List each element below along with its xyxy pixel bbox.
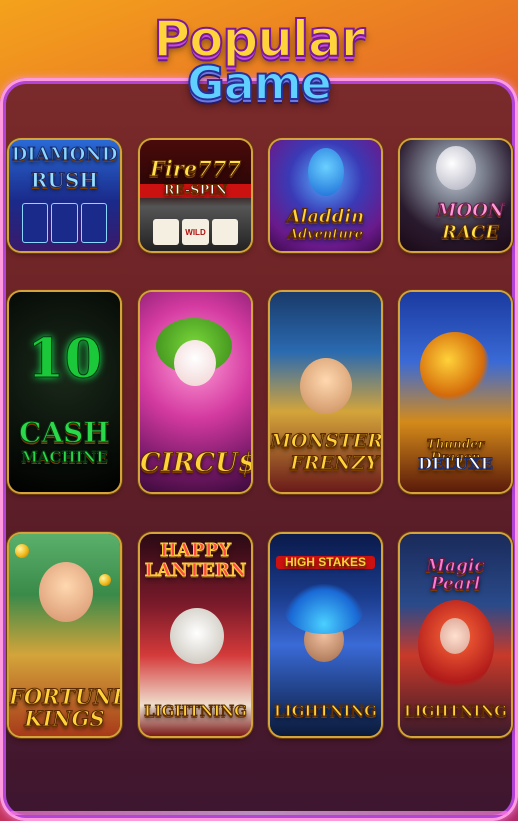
game-tile-magic-pearl[interactable]: Magic Pearl LIGHTNING: [400, 534, 511, 736]
god-of-wealth-face: [300, 358, 352, 414]
reel: [51, 203, 78, 243]
lightning-logo: LIGHTNING: [274, 702, 378, 720]
reel-wild: WILD: [182, 219, 209, 245]
game-tile-fortune-kings[interactable]: FORTUNE KINGS: [9, 534, 120, 736]
game-title-line-1: MOON: [436, 200, 505, 221]
astronaut-figure: [436, 146, 476, 190]
title-line-2: Game: [186, 56, 333, 110]
game-title-line-2: RE-SPIN: [140, 183, 251, 198]
reel: [153, 219, 180, 245]
game-title-line-1: DIAMOND: [11, 144, 118, 165]
game-tile-monster-frenzy[interactable]: MONSTER FRENZY: [270, 292, 381, 492]
reel: [22, 203, 49, 243]
slot-reels: WILD: [153, 219, 238, 245]
buddha-figure: [39, 562, 93, 622]
game-tile-aladdin-adventure[interactable]: Aladdin Adventure: [270, 140, 381, 251]
game-number: 10: [26, 326, 103, 390]
game-title-line-1: Aladdin: [286, 206, 365, 227]
game-title-line-2: MACHINE: [21, 448, 109, 466]
game-title-line-1: Magic Pearl: [426, 556, 486, 594]
lightning-logo: LIGHTNING: [404, 702, 508, 720]
game-tile-thunder-dragon-deluxe[interactable]: Thunder Dragon DELUXE: [400, 292, 511, 492]
game-tile-high-stakes[interactable]: HIGH STAKES LIGHTNING: [270, 534, 381, 736]
panel-bottom-glow: [10, 811, 508, 815]
game-title-line-2: DELUXE: [417, 454, 493, 473]
game-title-line-2: FRENZY: [290, 452, 380, 474]
game-title-line-1: HIGH STAKES: [276, 556, 375, 569]
game-title-line-2: RUSH: [30, 168, 99, 192]
mermaid-face: [440, 618, 470, 654]
lightning-logo: LIGHTNING: [144, 702, 248, 720]
game-title-line-2: Adventure: [287, 227, 364, 242]
game-title-line-2: LANTERN: [144, 560, 247, 581]
game-title-line-1: MONSTER: [270, 430, 381, 452]
game-title-line-1: FORTUNE: [9, 684, 120, 709]
game-title-line-1: CASH: [19, 416, 111, 449]
game-title-line-2: KINGS: [24, 706, 105, 731]
reel: [211, 219, 238, 245]
slot-reels: [22, 203, 107, 243]
game-tile-fire-777[interactable]: Fire777 RE-SPIN WILD: [140, 140, 251, 251]
game-title-line-1: HAPPY: [160, 540, 232, 561]
clown-face: [174, 340, 216, 386]
game-tile-happy-lantern[interactable]: HAPPY LANTERN LIGHTNING: [140, 534, 251, 736]
genie-figure: [308, 148, 344, 196]
feather-headdress: [284, 584, 364, 634]
reel: [80, 203, 107, 243]
lion-dance-head: [170, 608, 224, 664]
game-tile-circus[interactable]: CIRCU$: [140, 292, 251, 492]
page-title: Popular Game: [0, 13, 518, 110]
game-title-line-1: CIRCU$: [140, 448, 251, 478]
game-tile-moon-race[interactable]: MOON RACE: [400, 140, 511, 251]
gold-coin: [99, 574, 111, 586]
gold-coin: [15, 544, 29, 558]
game-title-line-2: RACE: [442, 222, 500, 243]
dragon-figure: [420, 332, 490, 402]
game-tile-cash-machine[interactable]: 10 CASH MACHINE: [9, 292, 120, 492]
game-title-line-1: Fire777: [149, 156, 242, 181]
game-tile-diamond-rush[interactable]: DIAMOND RUSH: [9, 140, 120, 251]
